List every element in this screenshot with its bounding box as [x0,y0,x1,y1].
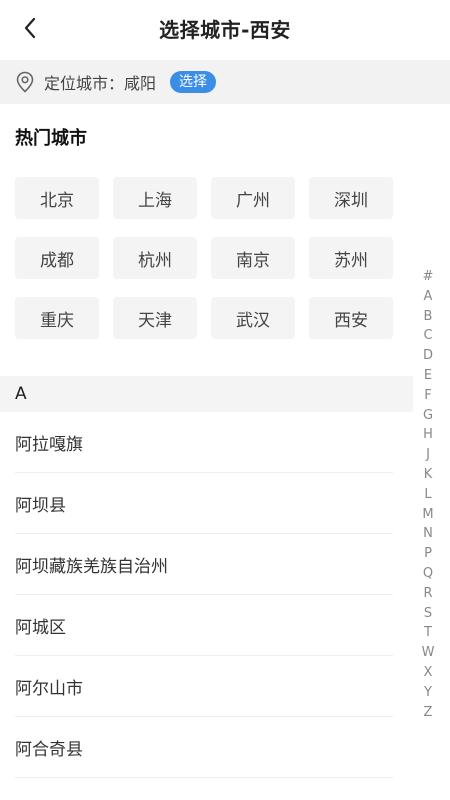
index-letter[interactable]: C [423,326,432,346]
index-letter[interactable]: H [423,425,433,445]
city-list-item[interactable]: 阿合奇县 [15,717,393,778]
hot-city-button[interactable]: 重庆 [15,297,99,339]
index-letter[interactable]: J [426,445,430,465]
hot-city-button[interactable]: 天津 [113,297,197,339]
section-letter: A [15,384,27,404]
index-letter[interactable]: F [424,386,431,406]
index-letter[interactable]: P [424,544,432,564]
index-letter[interactable]: Z [424,703,433,723]
index-letter[interactable]: N [423,524,433,544]
hot-city-button[interactable]: 上海 [113,177,197,219]
index-letter[interactable]: G [423,406,433,426]
index-letter[interactable]: Q [423,564,433,584]
alphabet-index-bar[interactable]: # A B C D E F G H J K L M N P Q R S T W … [416,267,440,722]
hot-city-button[interactable]: 南京 [211,237,295,279]
hot-city-button[interactable]: 深圳 [309,177,393,219]
index-letter[interactable]: S [424,604,432,624]
location-bar: 定位城市： 咸阳 选择 [0,60,450,104]
hot-city-button[interactable]: 广州 [211,177,295,219]
index-letter[interactable]: R [423,584,432,604]
city-list: 阿拉嘎旗 阿坝县 阿坝藏族羌族自治州 阿城区 阿尔山市 阿合奇县 [0,412,413,778]
back-button[interactable] [10,8,50,48]
location-city: 咸阳 [124,74,157,93]
index-letter[interactable]: # [423,267,434,287]
hot-cities-title: 热门城市 [15,128,87,149]
city-list-item[interactable]: 阿城区 [15,595,393,656]
city-list-item[interactable]: 阿尔山市 [15,656,393,717]
header: 选择城市-西安 [0,0,450,56]
index-letter[interactable]: T [424,623,432,643]
city-list-item[interactable]: 阿坝藏族羌族自治州 [15,534,393,595]
hot-city-button[interactable]: 杭州 [113,237,197,279]
location-label: 定位城市： [44,74,125,93]
index-letter[interactable]: X [424,663,433,683]
index-letter[interactable]: W [422,643,435,663]
index-letter[interactable]: A [424,287,433,307]
location-pin-icon [14,71,36,93]
section-header-a: A [0,376,413,412]
index-letter[interactable]: E [424,366,432,386]
hot-city-button[interactable]: 西安 [309,297,393,339]
select-location-button[interactable]: 选择 [170,71,217,93]
index-letter[interactable]: B [424,307,433,327]
hot-cities-grid: 北京 上海 广州 深圳 成都 杭州 南京 苏州 重庆 天津 武汉 西安 [15,177,395,339]
index-letter[interactable]: D [423,346,433,366]
hot-city-button[interactable]: 北京 [15,177,99,219]
hot-city-button[interactable]: 苏州 [309,237,393,279]
index-letter[interactable]: M [422,505,433,525]
page-title: 选择城市-西安 [159,17,291,42]
city-list-item[interactable]: 阿拉嘎旗 [15,412,393,473]
chevron-left-icon [24,17,36,39]
hot-city-button[interactable]: 成都 [15,237,99,279]
index-letter[interactable]: L [424,485,431,505]
hot-city-button[interactable]: 武汉 [211,297,295,339]
city-list-item[interactable]: 阿坝县 [15,473,393,534]
index-letter[interactable]: Y [424,683,432,703]
index-letter[interactable]: K [424,465,433,485]
